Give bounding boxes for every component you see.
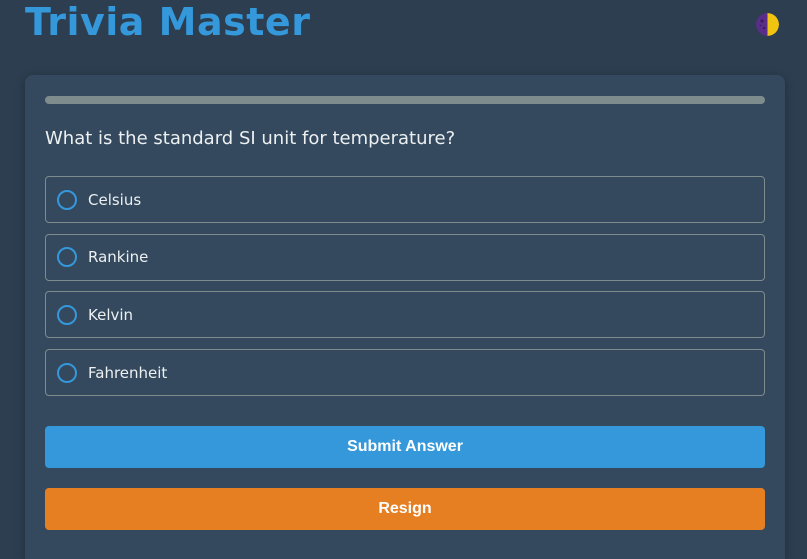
- answer-option-kelvin[interactable]: Kelvin: [45, 291, 765, 339]
- answer-option-rankine[interactable]: Rankine: [45, 233, 765, 281]
- answer-option-fahrenheit[interactable]: Fahrenheit: [45, 349, 765, 397]
- quiz-card: What is the standard SI unit for tempera…: [25, 75, 785, 559]
- question-text: What is the standard SI unit for tempera…: [45, 128, 456, 149]
- answer-option-celsius[interactable]: Celsius: [45, 176, 765, 223]
- radio-button[interactable]: [57, 362, 77, 383]
- half-moon-icon: [756, 13, 779, 36]
- radio-button[interactable]: [57, 304, 77, 325]
- answer-option-label: Rankine: [88, 248, 149, 267]
- resign-button[interactable]: Resign: [45, 488, 765, 530]
- radio-button[interactable]: [57, 247, 77, 268]
- progress-bar: [45, 96, 765, 104]
- submit-answer-button[interactable]: Submit Answer: [45, 426, 765, 468]
- answer-option-label: Fahrenheit: [88, 363, 168, 382]
- theme-toggle-button[interactable]: [756, 13, 779, 36]
- answer-option-label: Kelvin: [88, 305, 134, 324]
- answer-options: Celsius Rankine Kelvin Fahrenheit: [45, 176, 765, 407]
- radio-button[interactable]: [57, 189, 77, 210]
- app-title: Trivia Master: [25, 0, 311, 44]
- answer-option-label: Celsius: [88, 190, 142, 209]
